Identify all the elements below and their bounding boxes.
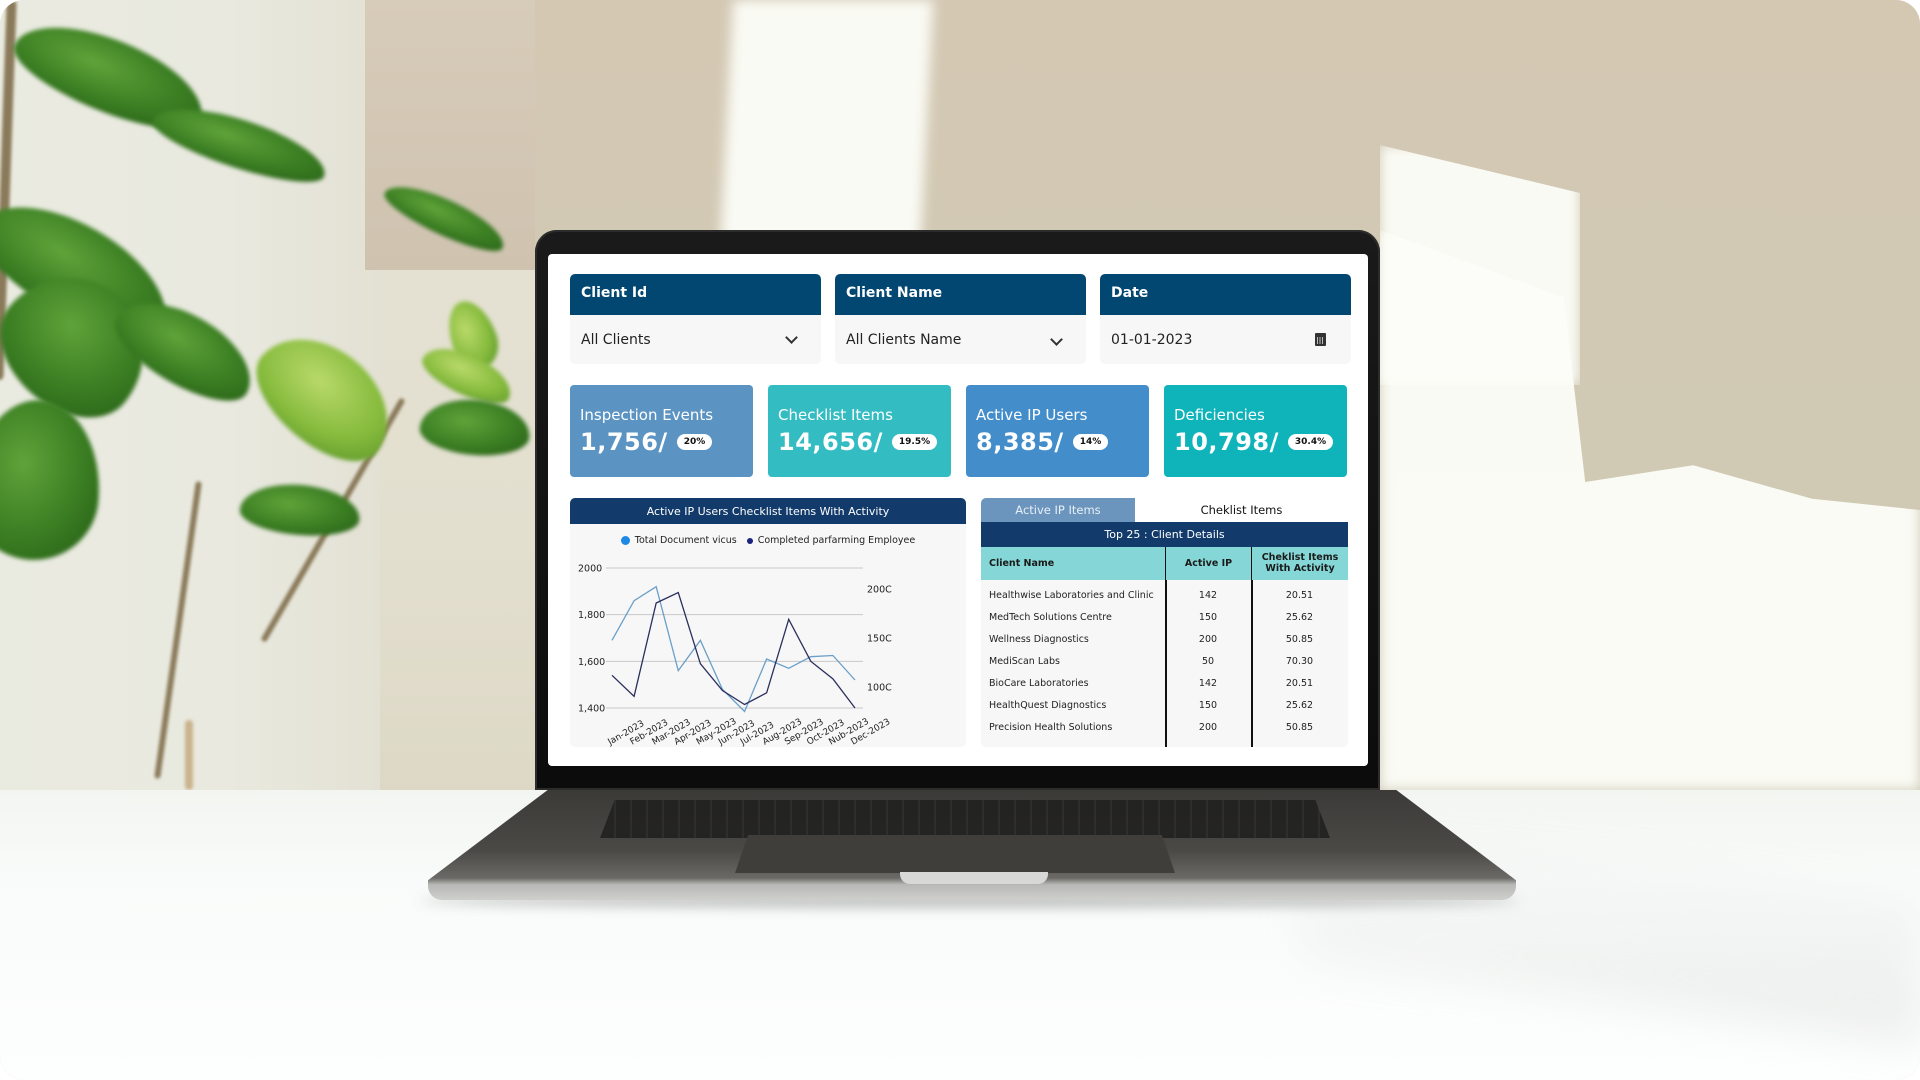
client-id-select[interactable]: All Clients bbox=[570, 315, 821, 364]
kpi-badge: 14% bbox=[1072, 434, 1109, 450]
chart-title: Active IP Users Checklist Items With Act… bbox=[570, 498, 966, 524]
table-cell: 20.51 bbox=[1285, 677, 1314, 689]
table-cell: Wellness Diagnostics bbox=[989, 633, 1089, 645]
column-divider bbox=[1251, 580, 1253, 747]
secondary-y-tick-label: 200C bbox=[867, 585, 892, 596]
column-header[interactable]: Active IP bbox=[1165, 547, 1251, 580]
table-cell: 25.62 bbox=[1285, 611, 1314, 623]
plant-leaf bbox=[417, 395, 533, 460]
filter-bar: Client Id All Clients Client Name All Cl… bbox=[570, 274, 1352, 364]
table-cell: 142 bbox=[1198, 677, 1218, 689]
kpi-card-deficiencies[interactable]: Deficiencies 10,798/ 30.4% bbox=[1164, 385, 1347, 477]
kpi-label: Deficiencies bbox=[1174, 406, 1265, 424]
kpi-label: Inspection Events bbox=[580, 406, 714, 424]
kpi-badge: 30.4% bbox=[1287, 434, 1334, 450]
table-cell: 70.30 bbox=[1285, 655, 1314, 667]
plant-stem bbox=[185, 720, 193, 790]
kpi-value: 8,385/ bbox=[976, 428, 1064, 456]
filter-value: All Clients Name bbox=[846, 331, 962, 348]
table-cell: 50 bbox=[1201, 655, 1215, 667]
y-tick-label: 1,400 bbox=[578, 704, 605, 715]
kpi-row: Inspection Events 1,756/ 20% Checklist I… bbox=[570, 385, 1352, 477]
laptop-trackpad bbox=[735, 835, 1175, 873]
client-name-select[interactable]: All Clients Name bbox=[835, 315, 1086, 364]
filter-date[interactable]: Date 01-01-2023 bbox=[1100, 274, 1351, 364]
filter-value: 01-01-2023 bbox=[1111, 331, 1193, 348]
secondary-y-tick-label: 100C bbox=[867, 683, 892, 694]
filter-label: Client Name bbox=[835, 274, 1086, 315]
series-line-total-document-vicus bbox=[611, 585, 856, 713]
line-chart: 20001,8001,6001,400200C150C100CJan-2023F… bbox=[578, 564, 892, 748]
line-chart-card: Active IP Users Checklist Items With Act… bbox=[570, 498, 966, 747]
legend-marker-icon bbox=[746, 537, 753, 544]
kpi-card-checklist-items[interactable]: Checklist Items 14,656/ 19.5% bbox=[768, 385, 951, 477]
chevron-down-icon[interactable] bbox=[785, 330, 798, 344]
kpi-label: Checklist Items bbox=[778, 406, 893, 424]
filter-label: Date bbox=[1100, 274, 1351, 315]
lower-section: Active IP Users Checklist Items With Act… bbox=[570, 498, 1352, 747]
column-header[interactable]: Cheklist Items With Activity bbox=[1251, 547, 1348, 580]
table-cell: 20.51 bbox=[1285, 589, 1314, 601]
filter-label: Client Id bbox=[570, 274, 821, 315]
kpi-value: 10,798/ bbox=[1174, 428, 1279, 456]
chart-legend: Total Document vicus Completed parfarmin… bbox=[570, 535, 966, 546]
table-cell: HealthQuest Diagnostics bbox=[989, 699, 1107, 711]
date-input[interactable]: 01-01-2023 bbox=[1100, 315, 1351, 364]
series-line-completed-parfarming-employee bbox=[611, 591, 856, 709]
table-cell: 150 bbox=[1198, 699, 1218, 711]
legend-label: Total Document vicus bbox=[634, 535, 737, 546]
laptop-notch bbox=[900, 872, 1048, 884]
kpi-badge: 19.5% bbox=[891, 434, 938, 450]
table-cell: 142 bbox=[1198, 589, 1218, 601]
filter-client-name[interactable]: Client Name All Clients Name bbox=[835, 274, 1086, 364]
table-cell: MedTech Solutions Centre bbox=[989, 611, 1112, 623]
table-cell: MediScan Labs bbox=[989, 655, 1060, 667]
kpi-card-active-ip-users[interactable]: Active IP Users 8,385/ 14% bbox=[966, 385, 1149, 477]
table-cell: 200 bbox=[1198, 633, 1218, 645]
table-title: Top 25 : Client Details bbox=[981, 522, 1348, 547]
tab-active-ip-items[interactable]: Active IP Items bbox=[981, 498, 1135, 522]
calendar-icon[interactable] bbox=[1315, 333, 1326, 346]
kpi-card-inspection-events[interactable]: Inspection Events 1,756/ 20% bbox=[570, 385, 753, 477]
laptop-keyboard bbox=[600, 800, 1330, 838]
table-cell: Healthwise Laboratories and Clinic bbox=[989, 589, 1154, 601]
y-tick-label: 1,600 bbox=[578, 657, 605, 668]
table-cell: 50.85 bbox=[1285, 721, 1314, 733]
legend-item[interactable]: Completed parfarming Employee bbox=[746, 535, 916, 546]
dashboard: Client Id All Clients Client Name All Cl… bbox=[548, 254, 1368, 766]
y-tick-label: 1,800 bbox=[578, 610, 605, 621]
table-cell: 150 bbox=[1198, 611, 1218, 623]
table-cell: 25.62 bbox=[1285, 699, 1314, 711]
filter-client-id[interactable]: Client Id All Clients bbox=[570, 274, 821, 364]
tab-checklist-items[interactable]: Cheklist Items bbox=[1135, 498, 1348, 522]
table-header: Client Name Active IP Cheklist Items Wit… bbox=[981, 547, 1348, 580]
table-cell: 50.85 bbox=[1285, 633, 1314, 645]
table-cell: 200 bbox=[1198, 721, 1218, 733]
table-cell: BioCare Laboratories bbox=[989, 677, 1089, 689]
kpi-label: Active IP Users bbox=[976, 406, 1088, 424]
kpi-value: 14,656/ bbox=[778, 428, 883, 456]
column-divider bbox=[1165, 580, 1167, 747]
legend-label: Completed parfarming Employee bbox=[757, 535, 916, 546]
client-details-card: Active IP Items Cheklist Items Top 25 : … bbox=[981, 498, 1348, 747]
chevron-down-icon[interactable] bbox=[1050, 333, 1063, 346]
kpi-value: 1,756/ bbox=[580, 428, 668, 456]
tab-bar: Active IP Items Cheklist Items bbox=[981, 498, 1348, 522]
legend-marker-icon bbox=[620, 536, 630, 545]
table-body: Healthwise Laboratories and Clinic 142 20.… bbox=[981, 580, 1348, 747]
table-cell: Precision Health Solutions bbox=[989, 721, 1113, 733]
laptop-screen: Client Id All Clients Client Name All Cl… bbox=[548, 254, 1368, 766]
secondary-y-tick-label: 150C bbox=[867, 634, 892, 645]
filter-value: All Clients bbox=[581, 331, 651, 348]
legend-item[interactable]: Total Document vicus bbox=[620, 535, 737, 546]
y-tick-label: 2000 bbox=[578, 564, 602, 575]
kpi-badge: 20% bbox=[676, 434, 713, 450]
column-header[interactable]: Client Name bbox=[981, 547, 1165, 580]
